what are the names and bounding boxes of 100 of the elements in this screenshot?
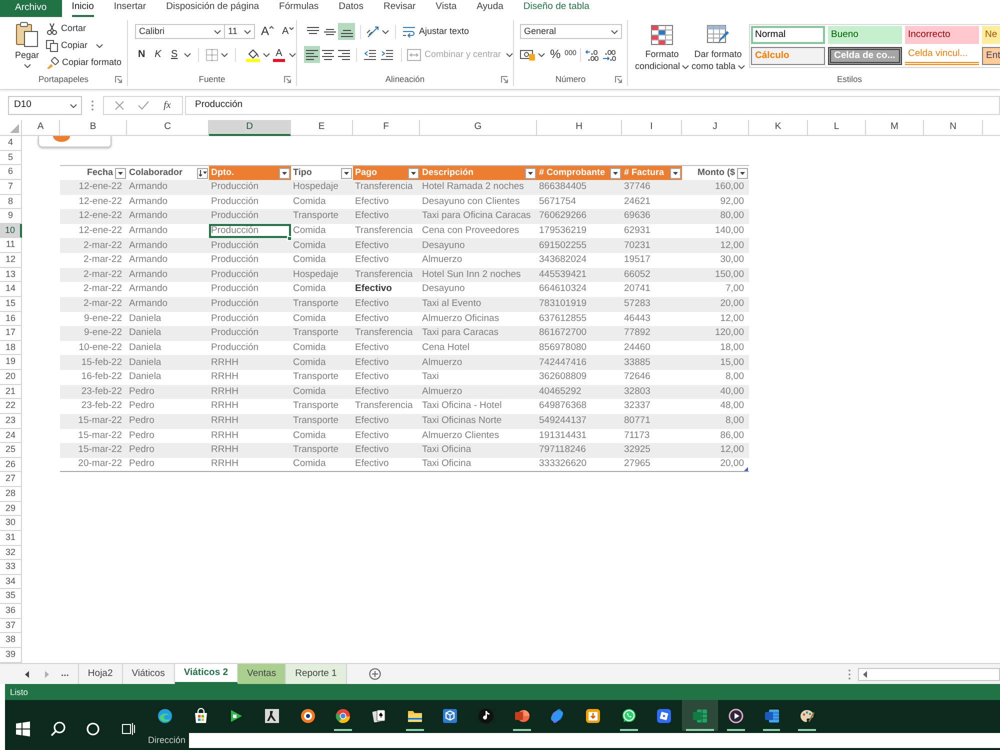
- dialog-launcher-icon[interactable]: [115, 76, 122, 83]
- sheet-tab[interactable]: Reporte 1: [286, 664, 347, 684]
- row-number[interactable]: 34: [0, 574, 22, 590]
- ribbon-tab[interactable]: Fórmulas: [279, 0, 319, 17]
- enter-icon[interactable]: [138, 101, 150, 110]
- filter-button[interactable]: [670, 168, 681, 179]
- address-field[interactable]: [188, 733, 1000, 748]
- column-header[interactable]: E: [291, 120, 353, 136]
- ribbon-tab[interactable]: Insertar: [114, 0, 146, 17]
- name-box[interactable]: D10: [8, 96, 82, 115]
- row-number[interactable]: 12: [0, 253, 22, 268]
- column-header[interactable]: F: [353, 120, 420, 136]
- decrease-indent-icon[interactable]: [364, 50, 376, 60]
- row-number[interactable]: 4: [0, 136, 22, 151]
- decrease-decimal-icon[interactable]: [602, 48, 616, 60]
- row-number[interactable]: 14: [0, 282, 22, 297]
- cell-style-option[interactable]: Normal: [751, 26, 825, 44]
- row-number[interactable]: 33: [0, 560, 22, 575]
- ribbon-tab[interactable]: Disposición de página: [166, 0, 260, 17]
- row-number[interactable]: 31: [0, 530, 22, 546]
- insert-function-button[interactable]: fx: [164, 98, 171, 113]
- cell-style-option[interactable]: Bueno: [828, 26, 902, 44]
- column-header[interactable]: M: [866, 120, 924, 136]
- fill-color-icon[interactable]: [246, 48, 260, 62]
- filter-button[interactable]: [610, 168, 621, 179]
- cell-style-option[interactable]: Ne: [982, 26, 1000, 44]
- scroll-left-icon[interactable]: [25, 670, 29, 678]
- row-number[interactable]: 38: [0, 633, 22, 648]
- add-sheet-icon[interactable]: [368, 668, 381, 680]
- row-number[interactable]: 28: [0, 487, 22, 502]
- font-size-dropdown[interactable]: 11: [225, 24, 255, 39]
- grow-font-button[interactable]: A: [261, 24, 274, 39]
- cell-style-option[interactable]: Ent: [982, 47, 1000, 65]
- conditional-format-button[interactable]: Formato condicional: [634, 21, 690, 73]
- paste-button[interactable]: Pegar: [11, 20, 43, 73]
- align-left-button[interactable]: [304, 46, 320, 63]
- borders-icon[interactable]: [206, 48, 218, 60]
- row-number[interactable]: 20: [0, 370, 22, 385]
- currency-format-icon[interactable]: [520, 48, 536, 60]
- ribbon-tab[interactable]: Diseño de tabla: [523, 0, 590, 17]
- row-number[interactable]: 29: [0, 502, 22, 516]
- row-number[interactable]: 5: [0, 150, 22, 166]
- increase-indent-icon[interactable]: [381, 50, 394, 60]
- dialog-launcher-icon[interactable]: [501, 76, 508, 83]
- increase-decimal-icon[interactable]: [585, 48, 600, 60]
- column-header[interactable]: H: [537, 120, 622, 136]
- ribbon-tab[interactable]: Datos: [338, 0, 364, 17]
- cut-button[interactable]: Cortar: [46, 20, 122, 37]
- row-number[interactable]: 8: [0, 194, 22, 210]
- bold-button[interactable]: N: [135, 47, 148, 62]
- row-number[interactable]: 19: [0, 355, 22, 370]
- filter-button[interactable]: [737, 168, 748, 179]
- row-number[interactable]: 7: [0, 180, 22, 194]
- percent-button[interactable]: %: [550, 47, 561, 62]
- text-angle-icon[interactable]: [366, 26, 380, 38]
- ribbon-tab[interactable]: Revisar: [383, 0, 416, 17]
- underline-button[interactable]: S: [168, 47, 181, 62]
- scroll-left-icon[interactable]: [863, 670, 867, 678]
- sheet-tab[interactable]: Ventas: [238, 664, 286, 684]
- copy-button[interactable]: Copiar: [46, 37, 122, 54]
- row-number[interactable]: 10: [0, 224, 22, 238]
- fill-handle[interactable]: [287, 236, 292, 242]
- resize-handle-icon[interactable]: [744, 467, 748, 472]
- ribbon-tab[interactable]: Ayuda: [476, 0, 504, 17]
- column-header[interactable]: D: [209, 120, 291, 136]
- filter-button[interactable]: [525, 168, 536, 179]
- more-options-icon[interactable]: [91, 100, 94, 111]
- sheet-tab[interactable]: Viáticos 2: [174, 664, 238, 684]
- column-header[interactable]: K: [749, 120, 808, 136]
- row-number[interactable]: 30: [0, 516, 22, 531]
- italic-button[interactable]: K: [151, 47, 165, 62]
- horizontal-scrollbar[interactable]: [858, 668, 1000, 680]
- row-number[interactable]: 27: [0, 472, 22, 487]
- row-number[interactable]: 21: [0, 384, 22, 400]
- row-number[interactable]: 35: [0, 589, 22, 604]
- format-painter-button[interactable]: Copiar formato: [46, 54, 122, 71]
- more-sheets-button[interactable]: ...: [61, 666, 69, 682]
- column-header[interactable]: N: [924, 120, 983, 136]
- row-number[interactable]: 6: [0, 165, 22, 180]
- column-header[interactable]: I: [622, 120, 682, 136]
- row-number[interactable]: 18: [0, 340, 22, 356]
- filter-button[interactable]: [115, 168, 126, 179]
- dialog-launcher-icon[interactable]: [615, 76, 622, 83]
- row-number[interactable]: 22: [0, 399, 22, 414]
- row-number[interactable]: 16: [0, 312, 22, 326]
- row-number[interactable]: 37: [0, 618, 22, 634]
- cell-style-option[interactable]: Incorrecto: [905, 26, 979, 44]
- dialog-launcher-icon[interactable]: [284, 76, 291, 83]
- start-menu-icon[interactable]: [14, 721, 30, 737]
- format-as-table-button[interactable]: Dar formato como tabla: [690, 21, 746, 73]
- row-number[interactable]: 13: [0, 268, 22, 282]
- shrink-font-button[interactable]: A: [282, 24, 294, 39]
- column-header[interactable]: J: [682, 120, 749, 136]
- search-icon[interactable]: [50, 721, 66, 737]
- circle-icon[interactable]: [84, 721, 100, 737]
- task-view-icon[interactable]: [120, 721, 136, 737]
- row-number[interactable]: 23: [0, 414, 22, 428]
- column-header[interactable]: G: [420, 120, 537, 136]
- font-color-button[interactable]: A: [272, 48, 285, 62]
- number-format-dropdown[interactable]: General: [520, 24, 622, 39]
